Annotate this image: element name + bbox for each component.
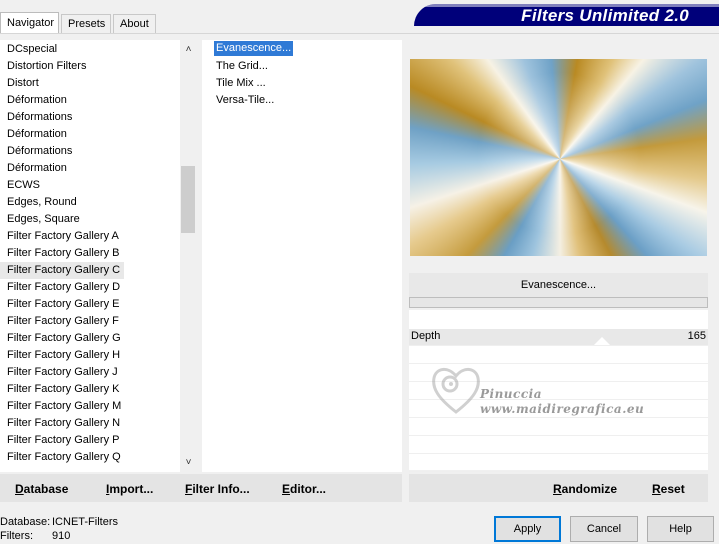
list-item[interactable]: Versa-Tile... [214,93,276,108]
database-status-value: ICNET-Filters [52,516,118,528]
list-item[interactable]: Filter Factory Gallery M [0,398,121,415]
import-button[interactable]: Import... [106,482,153,496]
list-item[interactable]: Filter Factory Gallery E [0,296,119,313]
right-action-bar: Randomize Reset [409,474,708,502]
help-button[interactable]: Help [647,516,714,542]
list-item[interactable]: Filter Factory Gallery J [0,364,118,381]
database-button[interactable]: Database [15,482,68,496]
list-item[interactable]: Filter Factory Gallery N [0,415,120,432]
tab-about[interactable]: About [113,14,156,34]
list-item[interactable]: ECWS [0,177,40,194]
scrollbar-thumb[interactable] [181,166,195,233]
scroll-up-icon[interactable]: ˄ [180,41,197,58]
list-item[interactable]: Edges, Round [0,194,77,211]
progress-bar [409,297,708,308]
list-item[interactable]: Déformations [0,143,72,160]
list-item[interactable]: Filter Factory Gallery Q [0,449,121,466]
left-action-bar: Database Import... Filter Info... Editor… [0,474,402,502]
watermark-url: www.maidiregrafica.eu [480,402,645,416]
filter-info-button[interactable]: Filter Info... [185,482,250,496]
list-item[interactable]: Filter Factory Gallery K [0,381,119,398]
list-item[interactable]: Filter Factory Gallery H [0,347,120,364]
list-item[interactable]: Edges, Square [0,211,80,228]
category-list[interactable]: DCspecial Distortion Filters Distort Déf… [0,40,197,472]
reset-button[interactable]: Reset [652,482,685,496]
param-label: Depth [411,330,441,342]
editor-button[interactable]: Editor... [282,482,326,496]
category-scrollbar[interactable] [180,40,197,472]
list-item[interactable]: Déformation [0,160,67,177]
list-item[interactable]: The Grid... [214,59,270,74]
list-item[interactable]: Filter Factory Gallery A [0,228,119,245]
tab-divider [0,33,719,34]
filter-list[interactable]: Evanescence... The Grid... Tile Mix ... … [202,40,402,472]
filter-preview [410,59,707,256]
randomize-button[interactable]: Randomize [553,482,617,496]
list-item[interactable]: Distortion Filters [0,58,86,75]
filters-count-label: Filters: [0,530,33,542]
list-item[interactable]: Distort [0,75,39,92]
list-item[interactable]: Déformations [0,109,72,126]
depth-slider[interactable]: Depth 165 [409,329,708,345]
app-title: Filters Unlimited 2.0 [521,6,689,25]
list-item-selected[interactable]: Filter Factory Gallery C [0,262,125,279]
list-item[interactable]: Filter Factory Gallery P [0,432,119,449]
filters-count-value: 910 [52,530,71,542]
tab-navigator[interactable]: Navigator [0,12,59,34]
scroll-down-icon[interactable]: ˅ [180,454,197,471]
filter-name-label: Evanescence... [409,273,708,298]
list-item[interactable]: Déformation [0,92,67,109]
title-banner: Filters Unlimited 2.0 [414,4,719,26]
list-item[interactable]: Filter Factory Gallery G [0,330,121,347]
watermark-logo-icon [432,368,480,414]
param-value: 165 [687,330,706,342]
list-item-selected[interactable]: Evanescence... [214,41,294,56]
cancel-button[interactable]: Cancel [570,516,638,542]
list-item[interactable]: Filter Factory Gallery D [0,279,120,296]
watermark-name: Pinuccia [480,387,542,401]
tab-presets[interactable]: Presets [61,14,111,34]
list-item[interactable]: DCspecial [0,41,57,58]
list-item[interactable]: Déformation [0,126,67,143]
list-item[interactable]: Filter Factory Gallery B [0,245,119,262]
list-item[interactable]: Tile Mix ... [214,76,268,91]
apply-button[interactable]: Apply [494,516,561,542]
list-item[interactable]: Filter Factory Gallery F [0,313,119,330]
database-status-label: Database: [0,516,51,528]
